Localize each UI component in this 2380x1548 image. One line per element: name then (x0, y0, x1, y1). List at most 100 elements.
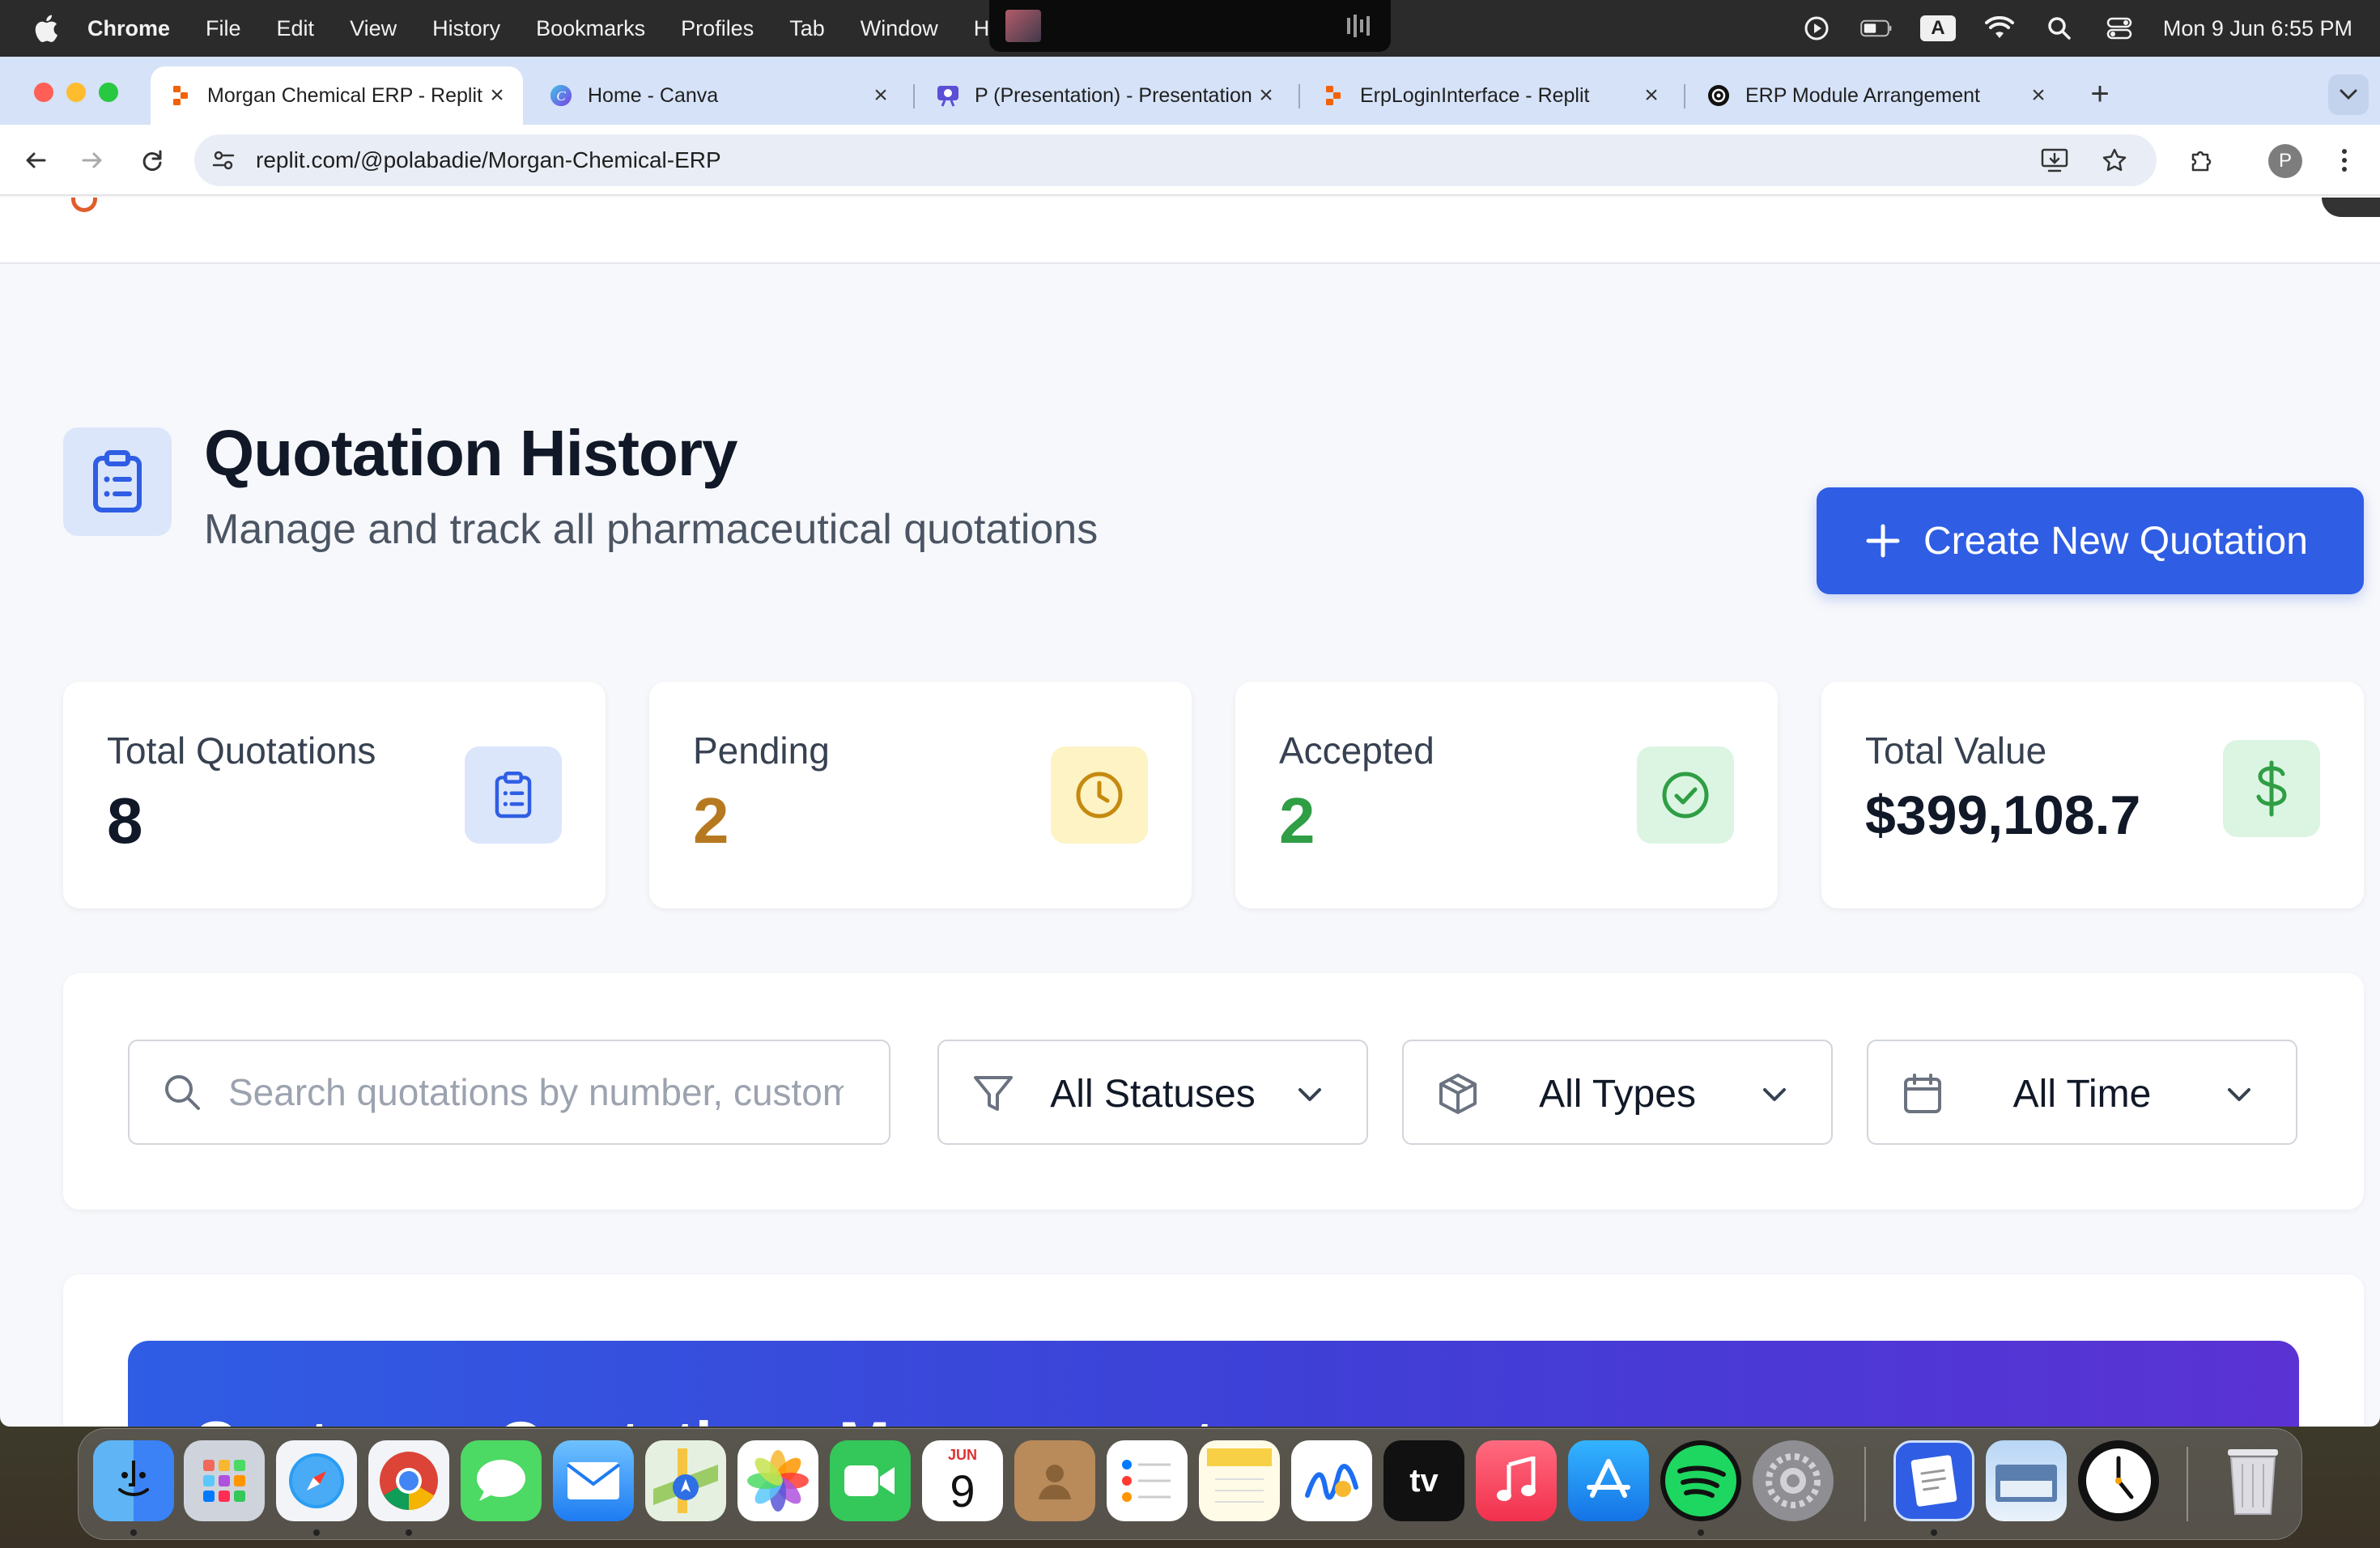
tv-glyph: tv (1409, 1462, 1439, 1499)
menu-window[interactable]: Window (861, 16, 938, 41)
messages-icon[interactable] (461, 1440, 542, 1521)
install-app-icon[interactable] (2037, 142, 2072, 178)
tab-erp-module-arrangement[interactable]: ERP Module Arrangement × (1689, 66, 2064, 125)
spotlight-search-icon[interactable] (2043, 12, 2076, 45)
menu-bookmarks[interactable]: Bookmarks (536, 16, 645, 41)
clock-icon (1051, 746, 1148, 844)
wifi-icon[interactable] (1983, 12, 2016, 45)
check-circle-icon (1637, 746, 1734, 844)
window-minimize-button[interactable] (66, 83, 86, 102)
apple-tv-icon[interactable]: tv (1383, 1440, 1464, 1521)
quotations-banner: Customer Quotations Management 8 (128, 1341, 2299, 1427)
type-filter-select[interactable]: All Types (1402, 1040, 1833, 1145)
clipboard-icon (63, 427, 172, 536)
stat-card-total-quotations: Total Quotations 8 (63, 682, 606, 908)
stat-label: Accepted (1279, 729, 1434, 772)
system-settings-icon[interactable] (1753, 1440, 1834, 1521)
tab-title: P (Presentation) - Presentation (975, 83, 1252, 107)
menu-chrome[interactable]: Chrome (87, 16, 170, 41)
window-close-button[interactable] (34, 83, 53, 102)
freeform-icon[interactable] (1291, 1440, 1372, 1521)
browser-window: Morgan Chemical ERP - Replit × C Home - … (0, 57, 2380, 1427)
finder-icon[interactable] (93, 1440, 174, 1521)
trash-icon[interactable] (2212, 1440, 2293, 1521)
facetime-icon[interactable] (830, 1440, 911, 1521)
tab-erp-login-interface[interactable]: ErpLoginInterface - Replit × (1303, 66, 1677, 125)
page-viewport: Quotation History Manage and track all p… (0, 198, 2380, 1427)
bookmark-star-icon[interactable] (2097, 142, 2132, 178)
stat-label: Pending (693, 729, 830, 772)
running-indicator (130, 1529, 137, 1536)
menu-edit[interactable]: Edit (277, 16, 315, 41)
notes-icon[interactable] (1199, 1440, 1280, 1521)
page-subtitle: Manage and track all pharmaceutical quot… (204, 506, 1099, 553)
back-arrow-icon[interactable] (16, 141, 55, 180)
calendar-month: JUN (947, 1447, 977, 1463)
replit-icon (1321, 83, 1345, 108)
music-icon[interactable] (1476, 1440, 1557, 1521)
user-avatar[interactable] (2322, 198, 2380, 217)
more-menu-icon[interactable] (2325, 141, 2364, 180)
photos-icon[interactable] (737, 1440, 818, 1521)
tab-presentation[interactable]: P (Presentation) - Presentation × (918, 66, 1292, 125)
url-text: replit.com/@polabadie/Morgan-Chemical-ER… (256, 147, 721, 172)
calendar-icon[interactable]: JUN 9 (922, 1440, 1003, 1521)
menu-view[interactable]: View (350, 16, 397, 41)
launchpad-icon[interactable] (184, 1440, 265, 1521)
forward-arrow-icon[interactable] (73, 141, 112, 180)
canva-icon: C (549, 83, 573, 108)
reload-icon[interactable] (133, 141, 172, 180)
tab-canva[interactable]: C Home - Canva × (531, 66, 907, 125)
menu-file[interactable]: File (206, 16, 241, 41)
play-circle-icon[interactable] (1800, 12, 1833, 45)
recording-thumbnail (1005, 10, 1041, 42)
battery-icon[interactable] (1860, 12, 1893, 45)
chrome-icon[interactable] (368, 1440, 449, 1521)
banner-count: 8 (2200, 1425, 2234, 1427)
create-new-quotation-button[interactable]: Create New Quotation (1817, 487, 2364, 594)
address-bar[interactable]: replit.com/@polabadie/Morgan-Chemical-ER… (194, 134, 2157, 186)
input-source-badge[interactable]: A (1919, 15, 1956, 41)
menu-bar-clock[interactable]: Mon 9 Jun 6:55 PM (2163, 16, 2352, 41)
tab-close-icon[interactable]: × (1637, 81, 1666, 110)
status-filter-select[interactable]: All Statuses (937, 1040, 1368, 1145)
screenshot-thumbnail-icon[interactable] (1986, 1440, 2067, 1521)
apple-icon[interactable] (32, 12, 60, 45)
mail-icon[interactable] (553, 1440, 634, 1521)
dollar-icon (2223, 740, 2320, 837)
clock-app-icon[interactable] (2078, 1440, 2159, 1521)
tab-close-icon[interactable]: × (482, 81, 512, 110)
search-input[interactable] (228, 1070, 844, 1114)
tab-close-icon[interactable]: × (866, 81, 895, 110)
preview-document-icon[interactable] (1893, 1440, 1974, 1521)
tab-search-chevron-icon[interactable] (2328, 74, 2369, 115)
reminders-icon[interactable] (1107, 1440, 1188, 1521)
dock-separator (1864, 1447, 1866, 1521)
time-filter-select[interactable]: All Time (1867, 1040, 2297, 1145)
audio-level-icon (1347, 15, 1370, 37)
search-icon (165, 1075, 200, 1110)
profile-avatar[interactable]: P (2268, 144, 2302, 178)
safari-icon[interactable] (276, 1440, 357, 1521)
screen-recorder-overlay[interactable] (989, 0, 1391, 52)
new-tab-button[interactable]: + (2082, 76, 2118, 112)
control-center-icon[interactable] (2103, 12, 2136, 45)
clipboard-icon (465, 746, 562, 844)
window-zoom-button[interactable] (99, 83, 118, 102)
spotify-icon[interactable] (1660, 1440, 1741, 1521)
menu-tab[interactable]: Tab (789, 16, 825, 41)
maps-icon[interactable] (645, 1440, 726, 1521)
app-logo[interactable] (71, 198, 97, 212)
extensions-puzzle-icon[interactable] (2182, 141, 2221, 180)
tab-close-icon[interactable]: × (1252, 81, 1281, 110)
stat-label: Total Quotations (107, 729, 376, 772)
tab-close-icon[interactable]: × (2024, 81, 2053, 110)
tab-morgan-chemical-erp[interactable]: Morgan Chemical ERP - Replit × (151, 66, 523, 125)
menu-profiles[interactable]: Profiles (681, 16, 754, 41)
search-field[interactable] (128, 1040, 890, 1145)
app-store-icon[interactable] (1568, 1440, 1649, 1521)
menu-history[interactable]: History (432, 16, 500, 41)
stat-card-total-value: Total Value $399,108.7 (1821, 682, 2364, 908)
site-settings-icon[interactable] (207, 144, 240, 176)
contacts-icon[interactable] (1014, 1440, 1095, 1521)
